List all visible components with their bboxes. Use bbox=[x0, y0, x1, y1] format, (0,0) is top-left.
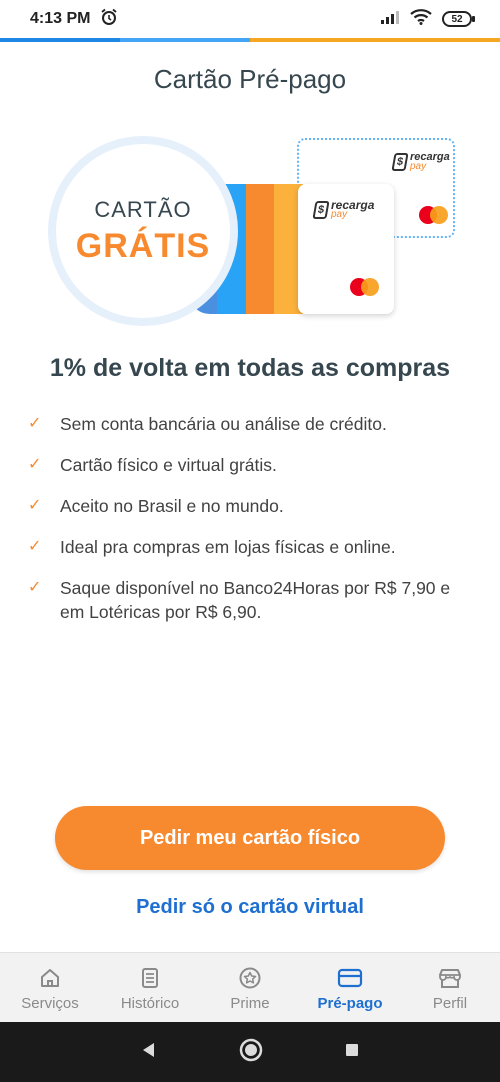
benefit-text: Saque disponível no Banco24Horas por R$ … bbox=[60, 578, 451, 622]
benefit-text: Ideal pra compras em lojas físicas e onl… bbox=[60, 537, 396, 557]
star-badge-icon bbox=[238, 965, 262, 991]
physical-card-image: $ recarga pay bbox=[298, 184, 394, 314]
nav-item-servicos[interactable]: Serviços bbox=[0, 953, 100, 1022]
nav-item-pre-pago[interactable]: Pré-pago bbox=[300, 953, 400, 1022]
order-physical-card-button[interactable]: Pedir meu cartão físico bbox=[55, 806, 445, 870]
home-icon bbox=[38, 965, 62, 991]
back-icon[interactable] bbox=[139, 1040, 159, 1065]
nav-label: Pré-pago bbox=[317, 995, 383, 1012]
benefit-item: ✓ Sem conta bancária ou análise de crédit… bbox=[28, 412, 473, 436]
badge-line1: CARTÃO bbox=[94, 196, 192, 222]
benefit-text: Aceito no Brasil e no mundo. bbox=[60, 496, 284, 516]
system-navigation-bar bbox=[0, 1022, 500, 1082]
wifi-icon bbox=[410, 8, 432, 30]
benefit-item: ✓ Saque disponível no Banco24Horas por R$… bbox=[28, 576, 473, 624]
nav-label: Perfil bbox=[432, 995, 468, 1012]
check-icon: ✓ bbox=[28, 456, 42, 473]
check-icon: ✓ bbox=[28, 497, 42, 514]
recargapay-logo: $ recarga pay bbox=[391, 152, 450, 172]
top-color-stripe bbox=[0, 38, 500, 42]
battery-icon: 52 bbox=[442, 11, 475, 27]
recents-icon[interactable] bbox=[343, 1041, 361, 1064]
page-title: Cartão Pré-pago bbox=[153, 64, 347, 94]
alarm-icon bbox=[100, 8, 118, 31]
status-bar: 4:13 PM 52 bbox=[0, 0, 500, 38]
benefit-text: Sem conta bancária ou análise de crédito… bbox=[60, 414, 387, 434]
document-icon bbox=[138, 965, 162, 991]
badge-line2: GRÁTIS bbox=[75, 226, 211, 265]
hero-illustration: $ recarga pay $ recarga pay CARTÃO GRÁTIS bbox=[40, 128, 460, 328]
status-right: 52 bbox=[380, 8, 475, 30]
home-button-icon[interactable] bbox=[239, 1038, 263, 1067]
benefit-item: ✓ Cartão físico e virtual grátis. bbox=[28, 453, 473, 477]
signal-icon bbox=[380, 9, 400, 30]
check-icon: ✓ bbox=[28, 415, 42, 432]
recargapay-logo: $ recarga pay bbox=[312, 199, 374, 220]
nav-item-historico[interactable]: Histórico bbox=[100, 953, 200, 1022]
status-left: 4:13 PM bbox=[30, 8, 118, 31]
check-icon: ✓ bbox=[28, 538, 42, 555]
nav-label: Histórico bbox=[120, 995, 180, 1012]
mastercard-logo bbox=[350, 278, 380, 296]
nav-label: Serviços bbox=[21, 995, 79, 1012]
benefit-item: ✓ Ideal pra compras em lojas físicas e on… bbox=[28, 535, 473, 559]
nav-item-prime[interactable]: Prime bbox=[200, 953, 300, 1022]
free-card-badge: CARTÃO GRÁTIS bbox=[48, 136, 238, 326]
order-virtual-card-link[interactable]: Pedir só o cartão virtual bbox=[0, 896, 500, 919]
bottom-navigation: Serviços Histórico Prime Pré-pago Perfil bbox=[0, 952, 500, 1022]
card-icon bbox=[337, 965, 363, 991]
mastercard-logo bbox=[419, 206, 449, 224]
cashback-headline: 1% de volta em todas as compras bbox=[49, 354, 451, 382]
status-time: 4:13 PM bbox=[30, 10, 91, 27]
nav-label: Prime bbox=[230, 995, 270, 1012]
store-icon bbox=[437, 965, 463, 991]
benefit-item: ✓ Aceito no Brasil e no mundo. bbox=[28, 494, 473, 518]
benefit-text: Cartão físico e virtual grátis. bbox=[60, 455, 277, 475]
nav-item-perfil[interactable]: Perfil bbox=[400, 953, 500, 1022]
benefits-list: ✓ Sem conta bancária ou análise de crédit… bbox=[28, 412, 473, 641]
check-icon: ✓ bbox=[28, 579, 42, 596]
